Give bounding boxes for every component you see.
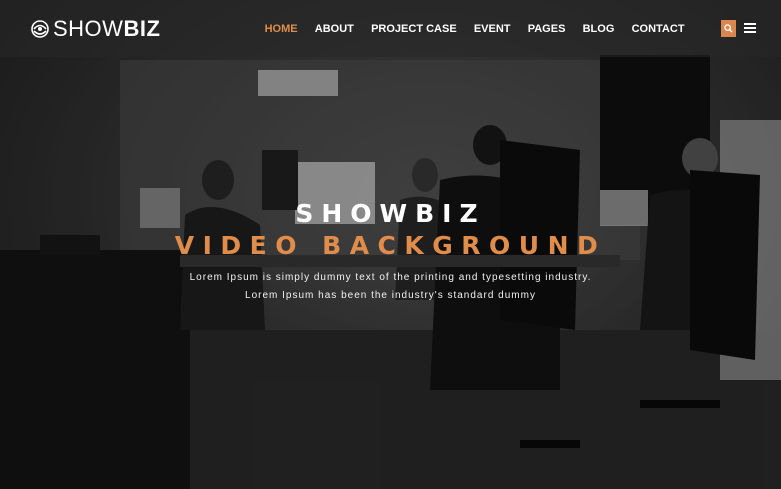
- main-nav: HOME ABOUT PROJECT CASE EVENT PAGES BLOG…: [256, 20, 693, 38]
- hamburger-menu-icon[interactable]: [744, 23, 756, 33]
- hero-section: SHOWBIZ HOME ABOUT PROJECT CASE EVENT PA…: [0, 0, 781, 489]
- hero-description-line-1: Lorem Ipsum is simply dummy text of the …: [189, 272, 592, 283]
- nav-project-case[interactable]: PROJECT CASE: [371, 20, 457, 38]
- brand-name: SHOWBIZ: [53, 16, 161, 41]
- search-button[interactable]: [721, 20, 736, 37]
- nav-contact[interactable]: CONTACT: [632, 20, 685, 38]
- nav-home[interactable]: HOME: [265, 20, 298, 38]
- brand-logo[interactable]: SHOWBIZ: [30, 16, 160, 42]
- menu-line: [744, 31, 756, 33]
- search-icon: [724, 24, 733, 33]
- hero-title: SHOWBIZ: [295, 199, 486, 228]
- header-bar: SHOWBIZ HOME ABOUT PROJECT CASE EVENT PA…: [0, 0, 781, 57]
- hero-description-line-2: Lorem Ipsum has been the industry's stan…: [245, 290, 536, 301]
- nav-pages[interactable]: PAGES: [528, 20, 566, 38]
- menu-line: [744, 23, 756, 25]
- logo-icon: [31, 20, 49, 38]
- nav-blog[interactable]: BLOG: [583, 20, 615, 38]
- nav-event[interactable]: EVENT: [474, 20, 511, 38]
- menu-line: [744, 27, 756, 29]
- hero-subtitle-heading: VIDEO BACKGROUND: [174, 231, 607, 260]
- nav-about[interactable]: ABOUT: [315, 20, 354, 38]
